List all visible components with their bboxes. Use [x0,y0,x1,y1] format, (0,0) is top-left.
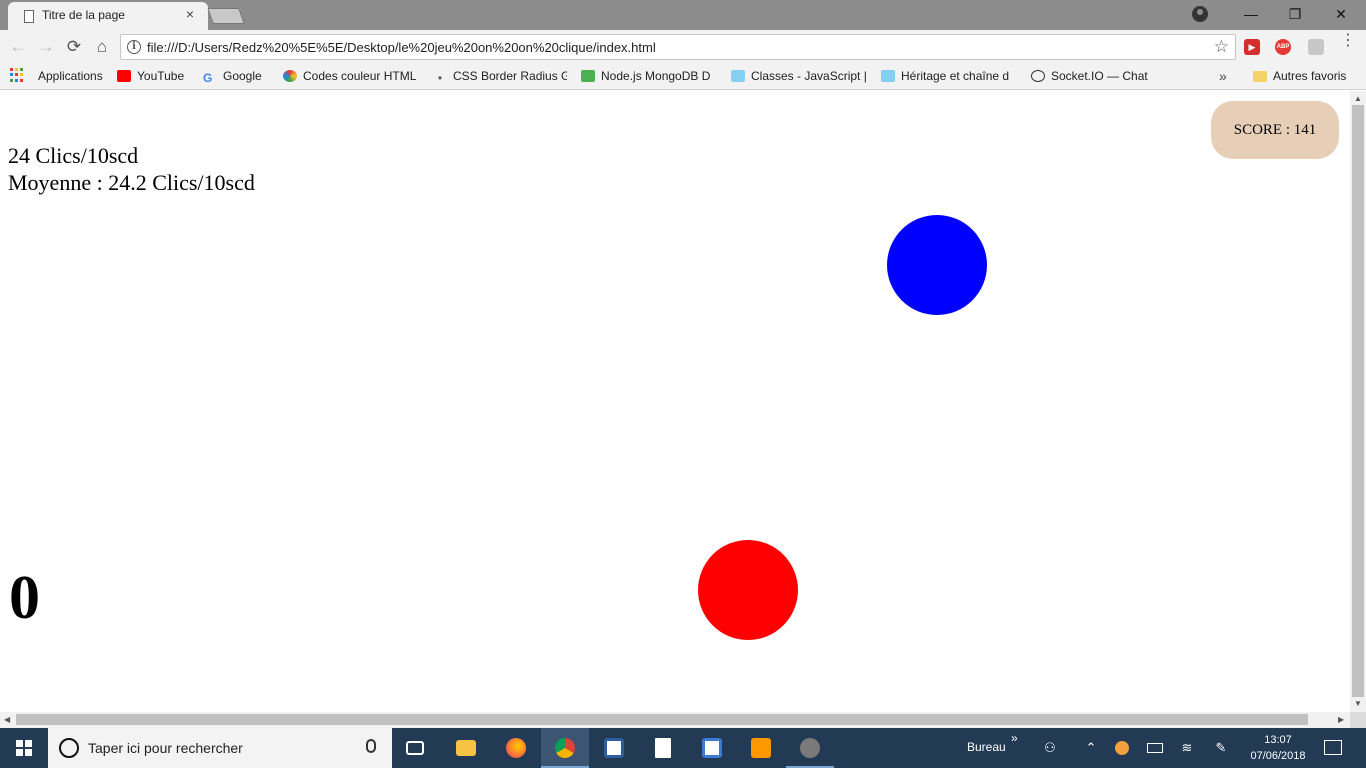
game-app-icon [800,738,820,758]
scroll-up-icon[interactable]: ▲ [1354,94,1362,103]
color-wheel-icon [283,70,297,82]
taskbar-chrome[interactable] [541,728,589,768]
windows-taskbar: Taper ici pour rechercher Bureau » ⚇ ⌃ ≋… [0,728,1366,768]
scroll-down-icon[interactable]: ▼ [1354,699,1362,708]
youtube-icon [117,70,131,82]
red-target-circle[interactable] [698,540,798,640]
search-placeholder: Taper ici pour rechercher [88,740,243,756]
extension-gray-icon[interactable] [1308,39,1324,55]
action-center-icon[interactable] [1324,740,1342,755]
page-icon [24,10,34,23]
bookmarks-bar: Applications YouTube G Google Codes coule… [0,64,1366,90]
tab-close-icon[interactable]: × [182,6,198,22]
weather-tray-icon[interactable] [1115,741,1129,755]
clock-time: 13:07 [1264,734,1292,746]
notes-app-icon [655,738,671,758]
bookmark-applications[interactable]: Applications [38,69,103,85]
taskbar-notes-app[interactable] [639,728,687,768]
address-bar[interactable]: i file:///D:/Users/Redz%20%5E%5E/Desktop… [120,34,1236,60]
chrome-icon [555,738,575,758]
average-clicks-text: Moyenne : 24.2 Clics/10scd [8,170,255,195]
folder-icon [1253,71,1267,82]
page-content: 24 Clics/10scd Moyenne : 24.2 Clics/10sc… [0,91,1350,712]
apps-grid-icon[interactable] [10,68,24,82]
sublime-text-icon [751,738,771,758]
back-button[interactable]: ← [7,36,29,58]
extension-red-icon[interactable]: ▶ [1244,39,1260,55]
mdn-icon [731,70,745,82]
browser-menu-icon[interactable]: ⋮ [1340,33,1356,49]
windows-logo-icon [16,740,32,756]
qr-app-icon [604,738,624,758]
people-icon[interactable]: ⚇ [1042,740,1058,756]
desktop-toolbar-label[interactable]: Bureau [967,740,1006,754]
browser-toolbar: ← → ⟳ ⌂ i file:///D:/Users/Redz%20%5E%5E… [0,30,1366,64]
show-hidden-icons-icon[interactable]: ⌃ [1083,740,1099,756]
screen: Titre de la page × — ❐ ✕ ← → ⟳ ⌂ i file:… [0,0,1366,768]
counter-display: 0 [9,564,40,632]
taskbar-sublime-text[interactable] [737,728,785,768]
vertical-scrollbar[interactable]: ▲ ▼ [1350,91,1366,712]
firefox-icon [506,738,526,758]
bookmark-css-border-radius[interactable]: • CSS Border Radius G [433,69,567,85]
blue-target-circle[interactable] [887,215,987,315]
scrollbar-corner [1350,712,1366,728]
restore-button[interactable]: ❐ [1272,3,1318,25]
google-icon: G [203,71,213,85]
wifi-icon[interactable]: ≋ [1179,740,1195,756]
bookmarks-more-icon[interactable]: » [1219,68,1227,84]
vertical-scroll-thumb[interactable] [1352,105,1364,697]
clock-date: 07/06/2018 [1250,750,1306,762]
desktop-toolbar-more-icon[interactable]: » [1011,731,1018,745]
dot-icon: • [437,71,443,85]
url-text[interactable]: file:///D:/Users/Redz%20%5E%5E/Desktop/l… [147,40,656,55]
close-window-button[interactable]: ✕ [1318,3,1364,25]
forward-button[interactable]: → [35,36,57,58]
w3schools-icon [581,70,595,82]
cortana-icon [59,738,79,758]
bookmark-nodejs-mongodb[interactable]: Node.js MongoDB D [581,69,717,85]
browser-tab[interactable]: Titre de la page × [8,2,208,30]
tab-title: Titre de la page [42,8,125,22]
scroll-right-icon[interactable]: ▶ [1338,715,1344,724]
reload-button[interactable]: ⟳ [63,36,85,58]
taskbar-firefox[interactable] [492,728,540,768]
bookmark-heritage[interactable]: Héritage et chaîne d [881,69,1017,85]
taskbar-sandbox-app[interactable] [688,728,736,768]
microphone-icon[interactable] [366,739,376,753]
profile-icon[interactable] [1192,6,1208,22]
task-view-icon [406,741,424,755]
socketio-icon [1031,70,1045,82]
taskbar-search[interactable]: Taper ici pour rechercher [48,728,392,768]
tab-strip: Titre de la page × — ❐ ✕ [0,0,1366,30]
task-view-button[interactable] [392,728,440,768]
start-button[interactable] [0,728,48,768]
bookmark-socketio-chat[interactable]: Socket.IO — Chat [1031,69,1161,85]
new-tab-button[interactable] [207,8,245,24]
pen-workspace-icon[interactable]: ✎ [1213,740,1229,756]
system-clock[interactable]: 13:07 07/06/2018 [1246,732,1310,764]
mdn-icon [881,70,895,82]
bookmark-google[interactable]: G Google [203,69,277,85]
taskbar-game-app[interactable] [786,728,834,768]
bookmark-classes-javascript[interactable]: Classes - JavaScript | [731,69,867,85]
home-button[interactable]: ⌂ [91,36,113,58]
other-bookmarks[interactable]: Autres favoris [1253,69,1346,85]
site-info-icon[interactable]: i [127,40,141,54]
file-explorer-icon [456,740,476,756]
battery-icon[interactable] [1147,743,1163,753]
horizontal-scrollbar[interactable]: ◀ ▶ [0,712,1350,728]
sandbox-app-icon [702,738,722,758]
horizontal-scroll-thumb[interactable] [16,714,1308,725]
clicks-per-10s-text: 24 Clics/10scd [8,143,139,168]
bookmark-youtube[interactable]: YouTube [117,69,197,85]
bookmark-star-icon[interactable]: ☆ [1214,37,1229,57]
taskbar-qr-app[interactable] [590,728,638,768]
scroll-left-icon[interactable]: ◀ [4,715,10,724]
score-badge: SCORE : 141 [1211,101,1339,159]
adblock-plus-icon[interactable]: ABP [1275,39,1291,55]
minimize-button[interactable]: — [1228,3,1274,25]
bookmark-codes-couleur[interactable]: Codes couleur HTML [283,69,419,85]
taskbar-file-explorer[interactable] [442,728,490,768]
